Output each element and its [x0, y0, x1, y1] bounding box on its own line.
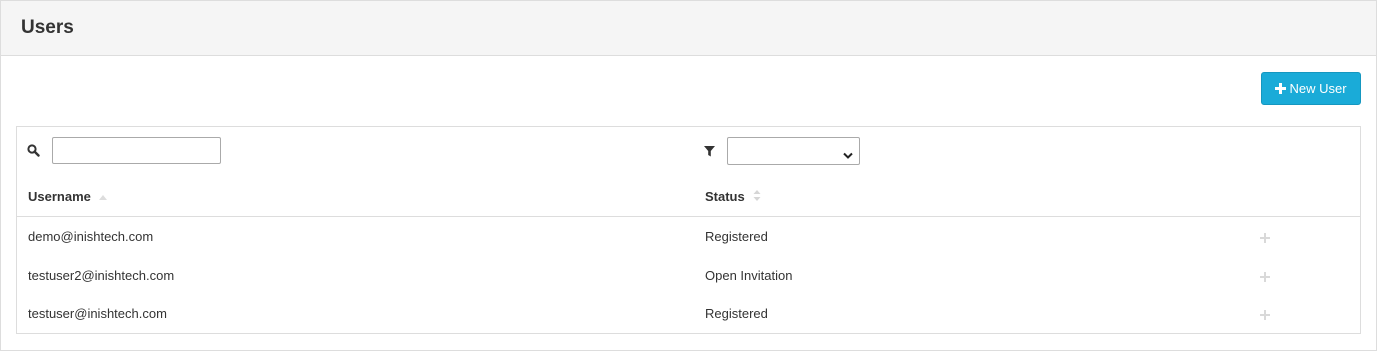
status-cell: Open Invitation	[705, 267, 793, 283]
column-header-username[interactable]: Username	[28, 189, 107, 204]
sort-both-icon	[753, 189, 761, 204]
table-row[interactable]: testuser2@inishtech.com Open Invitation	[17, 256, 1360, 295]
users-grid: Username Status demo@inishtech.com Regis…	[16, 126, 1361, 334]
plus-icon	[1275, 83, 1287, 94]
new-user-button[interactable]: New User	[1261, 72, 1361, 105]
username-cell: testuser2@inishtech.com	[28, 267, 175, 283]
chevron-down-icon	[843, 147, 853, 165]
search-input[interactable]	[52, 137, 221, 164]
column-header-status[interactable]: Status	[705, 189, 761, 204]
filter-row	[17, 127, 1360, 177]
expand-row-icon[interactable]	[1260, 307, 1270, 325]
status-cell: Registered	[705, 229, 768, 244]
expand-row-icon[interactable]	[1260, 269, 1270, 287]
username-cell: testuser@inishtech.com	[28, 306, 167, 321]
filter-icon	[704, 144, 715, 162]
search-icon	[27, 144, 40, 162]
column-header-label: Status	[705, 189, 745, 204]
table-row[interactable]: testuser@inishtech.com Registered	[17, 294, 1360, 333]
sort-asc-icon	[98, 189, 107, 204]
new-user-label: New User	[1289, 81, 1347, 96]
table-row[interactable]: demo@inishtech.com Registered	[17, 217, 1360, 256]
panel-header: Users	[1, 1, 1376, 56]
username-cell: demo@inishtech.com	[28, 229, 154, 244]
table-header: Username Status	[17, 177, 1360, 217]
table-body: demo@inishtech.com Registered testuser2@…	[17, 217, 1360, 333]
page-title: Users	[21, 17, 74, 38]
status-filter-select[interactable]	[727, 137, 860, 165]
expand-row-icon[interactable]	[1260, 230, 1270, 248]
column-header-label: Username	[28, 189, 91, 204]
status-cell: Registered	[705, 306, 768, 321]
